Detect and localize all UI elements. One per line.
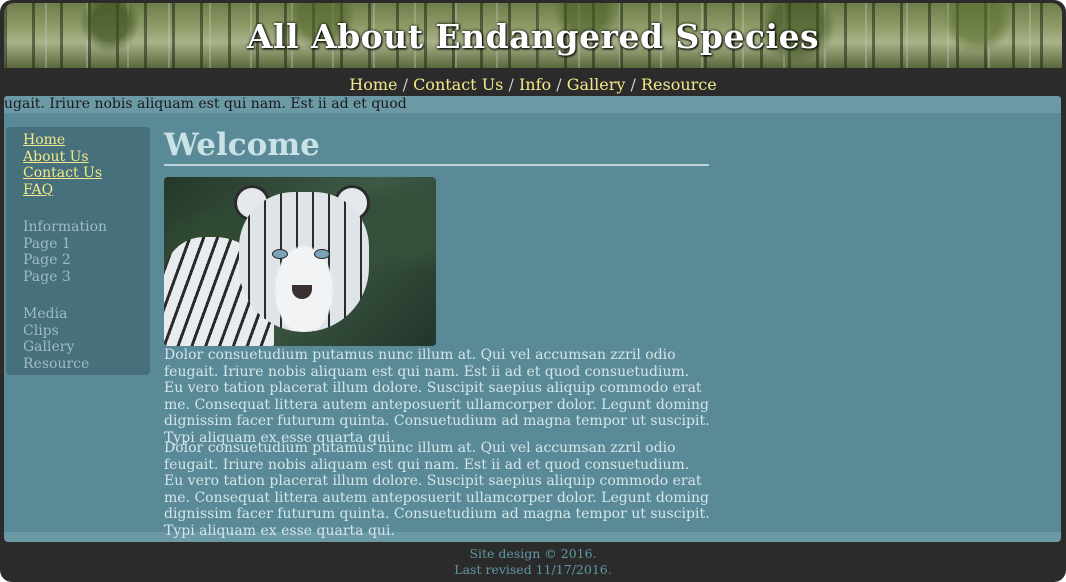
topnav-info-link[interactable]: Info — [519, 75, 551, 94]
scrolling-ticker: ugait. Iriure nobis aliquam est qui nam.… — [4, 96, 1061, 113]
header-banner: All About Endangered Species — [4, 3, 1062, 68]
sidebar-menu: Home About Us Contact Us FAQ Information… — [6, 127, 150, 375]
sidebar-item-contact[interactable]: Contact Us — [23, 165, 102, 182]
topnav-contact-link[interactable]: Contact Us — [413, 75, 503, 94]
top-navigation: Home / Contact Us / Info / Gallery / Res… — [0, 75, 1066, 95]
sidebar-item-about[interactable]: About Us — [23, 149, 102, 166]
sidebar-item-faq[interactable]: FAQ — [23, 182, 102, 199]
topnav-gallery-link[interactable]: Gallery — [567, 75, 626, 94]
sidebar-item-page-3[interactable]: Page 3 — [23, 269, 107, 286]
white-tiger-image — [164, 177, 436, 346]
sidebar-group-information: Information Page 1 Page 2 Page 3 — [23, 219, 107, 285]
tiger-eye-shape — [314, 249, 330, 259]
footer-copyright: Site design © 2016. — [469, 546, 597, 561]
topnav-separator: / — [551, 75, 567, 94]
body-paragraph-1: Dolor consuetudium putamus nunc illum at… — [164, 347, 710, 446]
sidebar-heading-media: Media — [23, 306, 68, 322]
topnav-separator: / — [625, 75, 641, 94]
page-title: Welcome — [164, 126, 709, 166]
topnav-separator: / — [503, 75, 519, 94]
site-title: All About Endangered Species — [246, 17, 820, 56]
topnav-home-link[interactable]: Home — [349, 75, 397, 94]
footer-last-revised: Last revised 11/17/2016. — [454, 561, 612, 577]
sidebar-group-media: Media Clips Gallery Resource — [23, 306, 89, 372]
sidebar-item-home[interactable]: Home — [23, 132, 102, 149]
sidebar-item-resource[interactable]: Resource — [23, 356, 89, 373]
sidebar-item-clips[interactable]: Clips — [23, 323, 89, 340]
sidebar-item-gallery[interactable]: Gallery — [23, 339, 89, 356]
ticker-text: ugait. Iriure nobis aliquam est qui nam.… — [4, 96, 407, 112]
body-paragraph-2: Dolor consuetudium putamus nunc illum at… — [164, 440, 710, 539]
sidebar-item-page-1[interactable]: Page 1 — [23, 236, 107, 253]
topnav-resource-link[interactable]: Resource — [641, 75, 717, 94]
sidebar-item-page-2[interactable]: Page 2 — [23, 252, 107, 269]
site-footer: Site design © 2016. Last revised 11/17/2… — [0, 546, 1066, 577]
tiger-head-shape — [239, 192, 369, 332]
tiger-eye-shape — [272, 249, 288, 259]
sidebar-group-main: Home About Us Contact Us FAQ — [23, 132, 102, 198]
sidebar-heading-information: Information — [23, 219, 108, 235]
topnav-separator: / — [397, 75, 414, 94]
